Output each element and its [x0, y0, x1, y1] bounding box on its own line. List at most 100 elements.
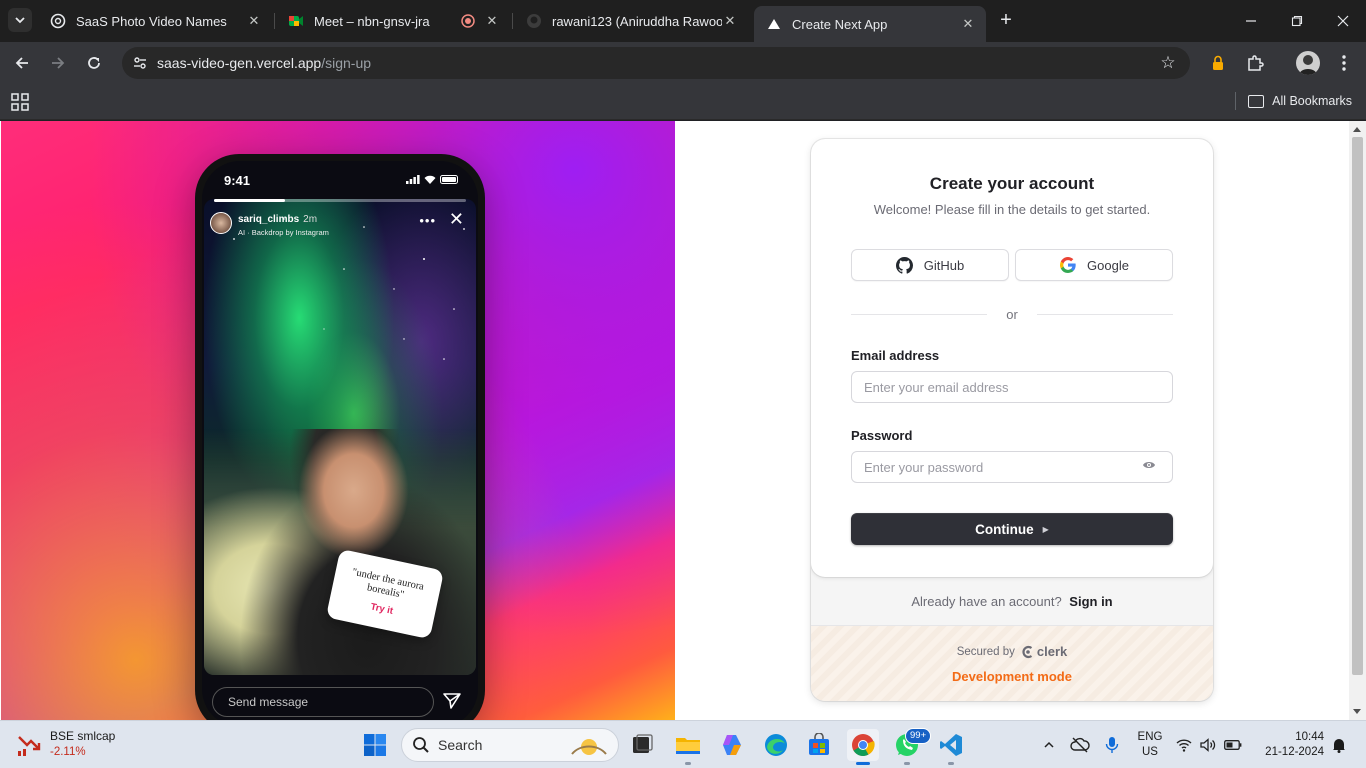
tab-saas-photo-video-names[interactable]: SaaS Photo Video Names ✕: [38, 7, 272, 35]
phone-mockup: 9:41 sariq_climbs 2m AI · Backdrop by Ins…: [195, 154, 485, 720]
secured-by-text: Secured by: [956, 645, 1015, 658]
restore-button[interactable]: [1284, 8, 1310, 34]
chatgpt-icon: [50, 13, 66, 29]
browser-menu-icon[interactable]: [1332, 51, 1356, 75]
chevron-up-icon: [1044, 741, 1054, 748]
quick-settings-button[interactable]: [1172, 729, 1246, 761]
stock-widget[interactable]: BSE smlcap -2.11%: [16, 728, 115, 760]
password-field[interactable]: [851, 451, 1173, 483]
edge-button[interactable]: [760, 729, 792, 761]
task-view-button[interactable]: [626, 729, 658, 761]
clerk-logo[interactable]: clerk: [1021, 644, 1067, 659]
person-in-hat-photo: [204, 429, 476, 675]
edge-icon: [765, 734, 787, 756]
vercel-icon: [766, 16, 782, 32]
story-avatar: [210, 212, 232, 234]
new-tab-button[interactable]: +: [995, 10, 1017, 32]
tab-create-next-app[interactable]: Create Next App ✕: [754, 6, 986, 42]
sticker-cta: Try it: [369, 600, 395, 617]
windows-taskbar: BSE smlcap -2.11% Search 99+ ENG US 10:4…: [0, 720, 1366, 768]
development-mode-label: Development mode: [952, 669, 1072, 684]
input-language[interactable]: ENG US: [1136, 730, 1164, 760]
tab-search-button[interactable]: [8, 8, 32, 32]
sign-up-card: Create your account Welcome! Please fill…: [811, 139, 1213, 701]
system-clock[interactable]: 10:44 21-12-2024: [1258, 730, 1324, 760]
google-meet-icon: [288, 13, 304, 29]
phone-clock: 9:41: [224, 173, 251, 188]
ticker-change: -2.11%: [50, 746, 86, 758]
close-icon[interactable]: ✕: [960, 16, 976, 32]
forward-button[interactable]: [45, 51, 71, 75]
close-window-button[interactable]: [1330, 8, 1356, 34]
browser-toolbar: saas-video-gen.vercel.app/sign-up ☆: [0, 42, 1366, 84]
copilot-icon: [723, 735, 741, 755]
search-label: Search: [438, 737, 483, 753]
site-settings-icon[interactable]: [130, 53, 150, 73]
sign-in-link[interactable]: Sign in: [1069, 594, 1112, 609]
reload-button[interactable]: [81, 51, 107, 75]
scroll-down-arrow[interactable]: [1353, 709, 1361, 714]
onedrive-button[interactable]: [1064, 729, 1096, 761]
tab-github-profile[interactable]: rawani123 (Aniruddha Rawool) ✕: [514, 7, 748, 35]
all-bookmarks-button[interactable]: All Bookmarks: [1235, 92, 1352, 110]
continue-button[interactable]: Continue ▶: [851, 513, 1173, 545]
task-view-icon: [633, 734, 653, 753]
close-icon[interactable]: ✕: [246, 13, 262, 29]
chrome-icon: [852, 734, 875, 756]
bookmark-star-icon[interactable]: ☆: [1158, 53, 1178, 73]
github-icon: [895, 256, 913, 274]
minimize-button[interactable]: [1238, 8, 1264, 34]
profile-avatar[interactable]: [1296, 51, 1320, 75]
extensions-icon[interactable]: [1243, 51, 1267, 75]
web-page: 9:41 sariq_climbs 2m AI · Backdrop by Ins…: [0, 121, 1366, 720]
microsoft-store-button[interactable]: [803, 729, 835, 761]
wifi-icon: [424, 175, 436, 184]
google-sign-in-button[interactable]: Google: [1015, 249, 1173, 281]
phone-screen: 9:41 sariq_climbs 2m AI · Backdrop by Ins…: [202, 161, 478, 720]
url-path: /sign-up: [321, 55, 372, 71]
close-icon: [1337, 15, 1349, 27]
running-indicator: [904, 762, 910, 765]
copilot-button[interactable]: [716, 729, 748, 761]
restore-icon: [1291, 15, 1303, 27]
address-bar[interactable]: saas-video-gen.vercel.app/sign-up ☆: [122, 47, 1190, 79]
close-icon[interactable]: ✕: [484, 13, 500, 29]
url-text: saas-video-gen.vercel.app/sign-up: [157, 55, 371, 71]
scroll-up-arrow[interactable]: [1353, 127, 1361, 132]
windows-icon: [364, 734, 386, 756]
github-sign-in-button[interactable]: GitHub: [851, 249, 1009, 281]
phone-status-icons: [406, 175, 460, 184]
email-label: Email address: [851, 348, 940, 363]
story-subtitle: AI · Backdrop by Instagram: [238, 228, 329, 237]
microphone-button[interactable]: [1096, 729, 1128, 761]
send-icon: [443, 693, 461, 709]
story-header: sariq_climbs 2m AI · Backdrop by Instagra…: [210, 209, 329, 237]
have-account-text: Already have an account?: [911, 594, 1062, 609]
taskbar-search[interactable]: Search: [401, 728, 619, 762]
scrollbar-thumb[interactable]: [1352, 137, 1363, 675]
store-icon: [809, 733, 829, 755]
password-manager-icon[interactable]: [1206, 51, 1230, 75]
all-bookmarks-label: All Bookmarks: [1272, 94, 1352, 108]
running-indicator: [948, 762, 954, 765]
tab-google-meet[interactable]: Meet – nbn-gnsv-jra ✕: [276, 7, 510, 35]
show-password-icon[interactable]: [1142, 460, 1156, 470]
page-scrollbar[interactable]: [1349, 121, 1366, 720]
start-button[interactable]: [359, 729, 391, 761]
reload-icon: [88, 57, 100, 69]
tab-title: Meet – nbn-gnsv-jra: [314, 13, 430, 29]
continue-label: Continue: [975, 521, 1034, 537]
vscode-button[interactable]: [935, 729, 967, 761]
back-button[interactable]: [9, 51, 35, 75]
chrome-button[interactable]: [847, 729, 879, 761]
notifications-button[interactable]: [1330, 729, 1348, 761]
volume-icon: [1200, 738, 1216, 752]
hero-panel: 9:41 sariq_climbs 2m AI · Backdrop by Ins…: [1, 121, 675, 720]
apps-grid-icon[interactable]: [11, 93, 29, 111]
close-icon[interactable]: ✕: [722, 13, 738, 29]
or-divider: or: [851, 307, 1173, 322]
file-explorer-button[interactable]: [672, 729, 704, 761]
show-hidden-icons-button[interactable]: [1033, 729, 1065, 761]
email-field[interactable]: [851, 371, 1173, 403]
divider-line: [1037, 314, 1173, 315]
